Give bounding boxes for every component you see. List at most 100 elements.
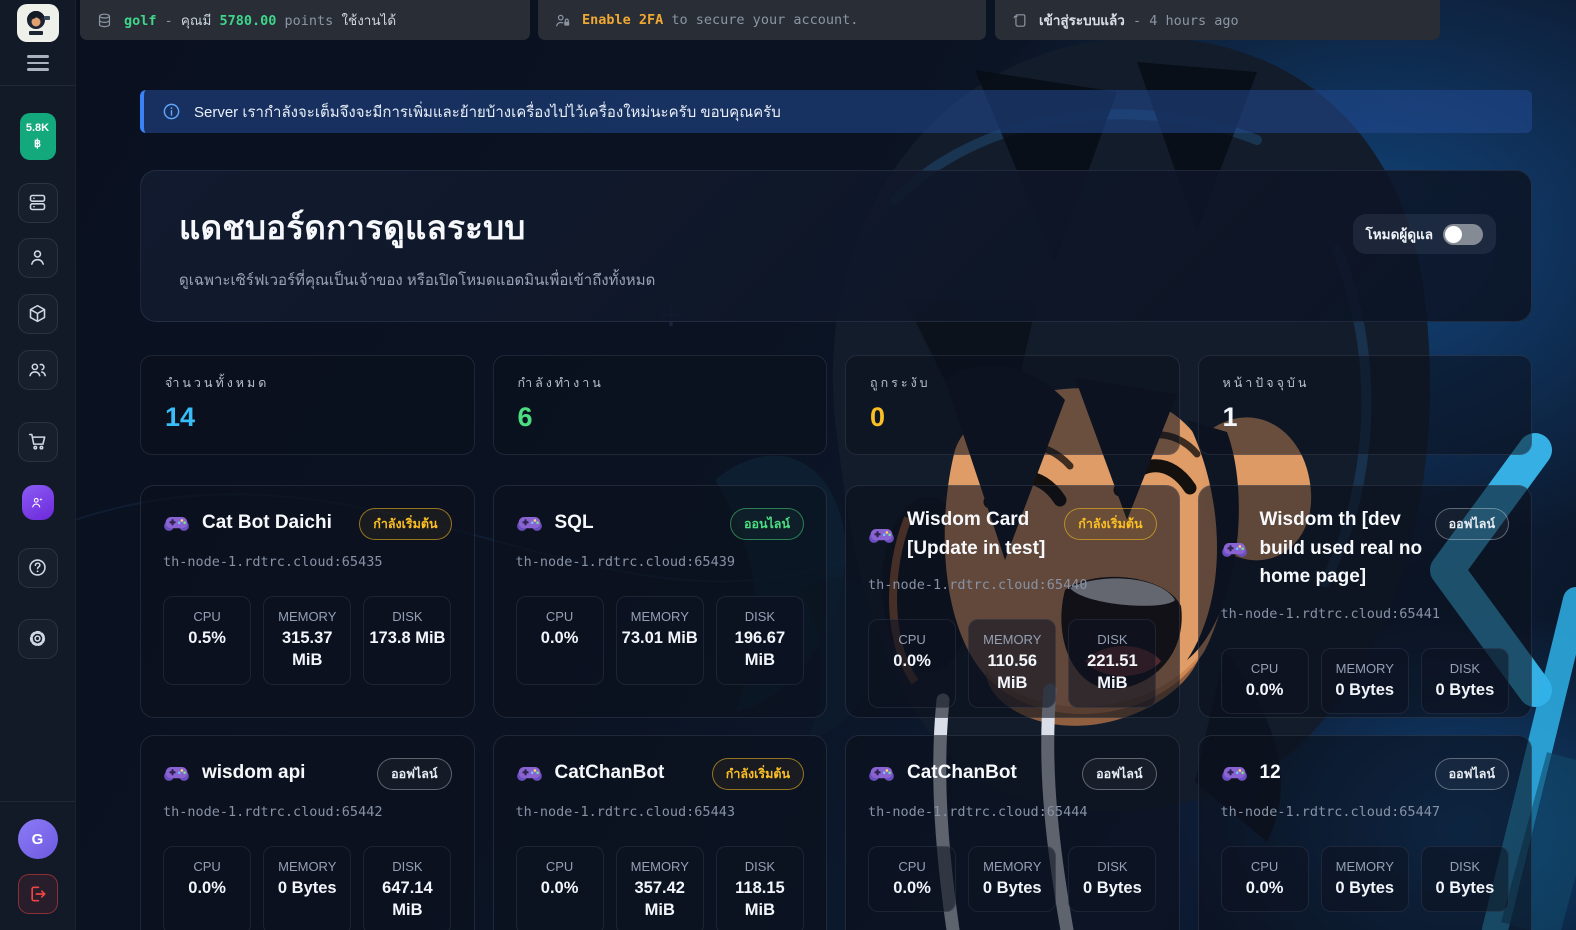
- cpu-metric: CPU0.0%: [516, 596, 604, 685]
- server-name: SQL: [555, 509, 718, 538]
- server-card[interactable]: Wisdom Card [Update in test] กำลังเริ่มต…: [845, 485, 1180, 718]
- disk-metric: DISK0 Bytes: [1421, 648, 1509, 714]
- cpu-metric: CPU0.5%: [163, 596, 251, 685]
- disk-metric: DISK118.15 MiB: [716, 846, 804, 930]
- server-address: th-node-1.rdtrc.cloud:65447: [1221, 804, 1510, 820]
- server-address: th-node-1.rdtrc.cloud:65440: [868, 577, 1157, 593]
- banner-text: Server เรากำลังจะเต็มจึงจะมีการเพิ่มและย…: [194, 100, 781, 124]
- logout-button[interactable]: [18, 874, 58, 914]
- avatar-initial: G: [32, 831, 44, 848]
- sidebar-item-help[interactable]: [18, 548, 58, 588]
- gamepad-icon: [163, 763, 190, 783]
- sidebar-item-profile[interactable]: [18, 238, 58, 278]
- server-name: CatChanBot: [555, 759, 700, 788]
- cpu-metric: CPU0.0%: [868, 619, 956, 708]
- gamepad-icon: [868, 525, 895, 545]
- sidebar-item-users[interactable]: [18, 350, 58, 390]
- balance-amount: 5.8K: [26, 120, 49, 137]
- balance-currency: ฿: [34, 136, 41, 153]
- memory-metric: MEMORY0 Bytes: [1321, 648, 1409, 714]
- sidebar-item-servers[interactable]: [18, 183, 58, 223]
- server-card[interactable]: Wisdom th [dev build used real no home p…: [1198, 485, 1533, 718]
- logout-icon: [28, 884, 48, 904]
- stat-value: 1: [1223, 402, 1508, 433]
- gamepad-icon: [1221, 763, 1248, 783]
- status-badge: กำลังเริ่มต้น: [359, 508, 451, 540]
- admin-mode-label: โหมดผู้ดูแล: [1366, 223, 1433, 245]
- notification-points[interactable]: golf - คุณมี 5780.00 points ใช้งานได้: [80, 0, 530, 40]
- ai-assistant-icon: [30, 495, 45, 510]
- status-badge: ออนไลน์: [730, 508, 804, 540]
- gear-icon: [27, 628, 48, 649]
- status-badge: กำลังเริ่มต้น: [712, 758, 804, 790]
- server-metrics: CPU0.0% MEMORY0 Bytes DISK647.14 MiB: [163, 846, 452, 930]
- disk-metric: DISK173.8 MiB: [363, 596, 451, 685]
- server-metrics: CPU0.0% MEMORY73.01 MiB DISK196.67 MiB: [516, 596, 805, 685]
- server-name: wisdom api: [202, 759, 365, 788]
- sidebar-item-assistant[interactable]: [22, 485, 54, 520]
- stat-label: ถูกระงับ: [870, 373, 1155, 393]
- servers-icon: [27, 192, 48, 213]
- stat-label: หน้าปัจจุบัน: [1223, 373, 1508, 393]
- memory-metric: MEMORY0 Bytes: [1321, 846, 1409, 912]
- cpu-metric: CPU0.0%: [868, 846, 956, 912]
- app-logo[interactable]: [17, 4, 59, 42]
- stat-suspended: ถูกระงับ 0: [845, 355, 1180, 455]
- sidebar-divider-bottom: [0, 801, 75, 802]
- admin-mode-toggle[interactable]: โหมดผู้ดูแล: [1353, 214, 1496, 254]
- disk-metric: DISK196.67 MiB: [716, 596, 804, 685]
- cpu-metric: CPU0.0%: [1221, 846, 1309, 912]
- disk-metric: DISK0 Bytes: [1421, 846, 1509, 912]
- sidebar-item-packages[interactable]: [18, 294, 58, 334]
- stat-total: จำนวนทั้งหมด 14: [140, 355, 475, 455]
- gamepad-icon: [516, 763, 543, 783]
- cube-icon: [27, 303, 48, 324]
- notification-text: Enable 2FA to secure your account.: [582, 12, 858, 28]
- server-address: th-node-1.rdtrc.cloud:65439: [516, 554, 805, 570]
- stat-label: จำนวนทั้งหมด: [165, 373, 450, 393]
- server-card[interactable]: CatChanBot กำลังเริ่มต้น th-node-1.rdtrc…: [493, 735, 828, 930]
- gamepad-icon: [868, 763, 895, 783]
- memory-metric: MEMORY315.37 MiB: [263, 596, 351, 685]
- server-card[interactable]: Cat Bot Daichi กำลังเริ่มต้น th-node-1.r…: [140, 485, 475, 718]
- sidebar-item-settings[interactable]: [18, 619, 58, 659]
- balance-button[interactable]: 5.8K ฿: [20, 113, 56, 160]
- gamepad-icon: [163, 513, 190, 533]
- sidebar-divider: [0, 85, 75, 86]
- user-avatar[interactable]: G: [18, 819, 58, 859]
- coins-icon: [96, 12, 113, 29]
- toggle-knob: [1445, 226, 1462, 243]
- server-address: th-node-1.rdtrc.cloud:65441: [1221, 606, 1510, 622]
- memory-metric: MEMORY110.56 MiB: [968, 619, 1056, 708]
- memory-metric: MEMORY0 Bytes: [263, 846, 351, 930]
- server-grid: Cat Bot Daichi กำลังเริ่มต้น th-node-1.r…: [140, 485, 1532, 930]
- status-badge: ออฟไลน์: [1082, 758, 1156, 790]
- server-name: 12: [1260, 759, 1423, 788]
- status-badge: ออฟไลน์: [1435, 758, 1509, 790]
- toggle-switch[interactable]: [1443, 224, 1483, 245]
- server-card[interactable]: CatChanBot ออฟไลน์ th-node-1.rdtrc.cloud…: [845, 735, 1180, 930]
- scroll-icon: [1011, 12, 1028, 29]
- status-badge: ออฟไลน์: [1435, 508, 1509, 540]
- notification-text: เข้าสู่ระบบแล้ว - 4 hours ago: [1039, 9, 1239, 31]
- sidebar-item-shop[interactable]: [18, 422, 58, 462]
- main-content: Server เรากำลังจะเต็มจึงจะมีการเพิ่มและย…: [75, 0, 1576, 930]
- page-subtitle: ดูเฉพาะเซิร์ฟเวอร์ที่คุณเป็นเจ้าของ หรือ…: [179, 268, 1493, 292]
- status-badge: ออฟไลน์: [377, 758, 451, 790]
- notification-2fa[interactable]: Enable 2FA to secure your account.: [538, 0, 986, 40]
- disk-metric: DISK221.51 MiB: [1068, 619, 1156, 708]
- server-metrics: CPU0.0% MEMORY0 Bytes DISK0 Bytes: [1221, 846, 1510, 912]
- stat-current-page: หน้าปัจจุบัน 1: [1198, 355, 1533, 455]
- server-metrics: CPU0.0% MEMORY0 Bytes DISK0 Bytes: [868, 846, 1157, 912]
- logo-illustration: [21, 8, 55, 38]
- stat-running: กำลังทำงาน 6: [493, 355, 828, 455]
- notification-login[interactable]: เข้าสู่ระบบแล้ว - 4 hours ago: [995, 0, 1440, 40]
- server-card[interactable]: wisdom api ออฟไลน์ th-node-1.rdtrc.cloud…: [140, 735, 475, 930]
- server-card[interactable]: 12 ออฟไลน์ th-node-1.rdtrc.cloud:65447 C…: [1198, 735, 1533, 930]
- server-card[interactable]: SQL ออนไลน์ th-node-1.rdtrc.cloud:65439 …: [493, 485, 828, 718]
- menu-toggle-icon[interactable]: [27, 55, 49, 71]
- cpu-metric: CPU0.0%: [163, 846, 251, 930]
- hero-card: แดชบอร์ดการดูแลระบบ ดูเฉพาะเซิร์ฟเวอร์ที…: [140, 170, 1532, 322]
- gamepad-icon: [1221, 539, 1248, 559]
- notification-text: golf - คุณมี 5780.00 points ใช้งานได้: [124, 9, 396, 31]
